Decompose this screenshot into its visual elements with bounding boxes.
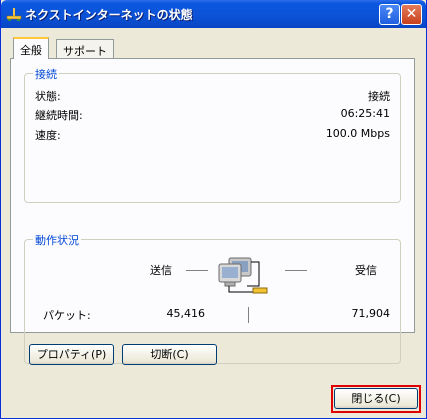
packets-sent-value: 45,416 — [166, 307, 206, 320]
close-button[interactable]: 閉じる(C) — [334, 388, 418, 409]
received-dash — [285, 270, 307, 271]
received-label: 受信 — [355, 264, 377, 277]
status-label: 状態: — [35, 90, 61, 103]
packets-label: パケット: — [43, 309, 91, 322]
network-connection-icon — [6, 7, 22, 21]
window-title: ネクストインターネットの状態 — [25, 8, 193, 22]
network-activity-icon — [215, 248, 275, 303]
connection-group: 接続 状態: 接続 継続時間: 06:25:41 速度: 100.0 Mbps — [24, 66, 401, 203]
tab-support[interactable]: サポート — [56, 39, 114, 59]
duration-label: 継続時間: — [35, 109, 83, 122]
tab-panel-general: 接続 状態: 接続 継続時間: 06:25:41 速度: 100.0 Mbps … — [10, 58, 415, 364]
title-bar[interactable]: ネクストインターネットの状態 ? ✕ — [1, 0, 426, 28]
sent-label: 送信 — [150, 264, 172, 277]
disable-button[interactable]: 切断(C) — [122, 344, 217, 365]
sent-dash — [186, 270, 208, 271]
tab-general[interactable]: 全般 — [13, 37, 49, 59]
packets-divider — [248, 307, 249, 323]
close-window-button[interactable]: ✕ — [401, 4, 422, 25]
activity-group-title: 動作状況 — [33, 232, 81, 248]
packets-received-value: 71,904 — [351, 307, 391, 320]
status-dialog: ネクストインターネットの状態 ? ✕ 全般 サポート 接続 状態: 接続 継続時… — [0, 0, 427, 419]
connection-group-title: 接続 — [33, 66, 59, 82]
status-value: 接続 — [368, 90, 390, 103]
properties-button[interactable]: プロパティ(P) — [29, 344, 114, 365]
speed-label: 速度: — [35, 129, 61, 142]
dialog-body: 全般 サポート 接続 状態: 接続 継続時間: 06:25:41 速度: 100… — [4, 28, 423, 415]
speed-value: 100.0 Mbps — [325, 127, 390, 140]
help-button[interactable]: ? — [379, 4, 400, 25]
duration-value: 06:25:41 — [340, 107, 390, 120]
